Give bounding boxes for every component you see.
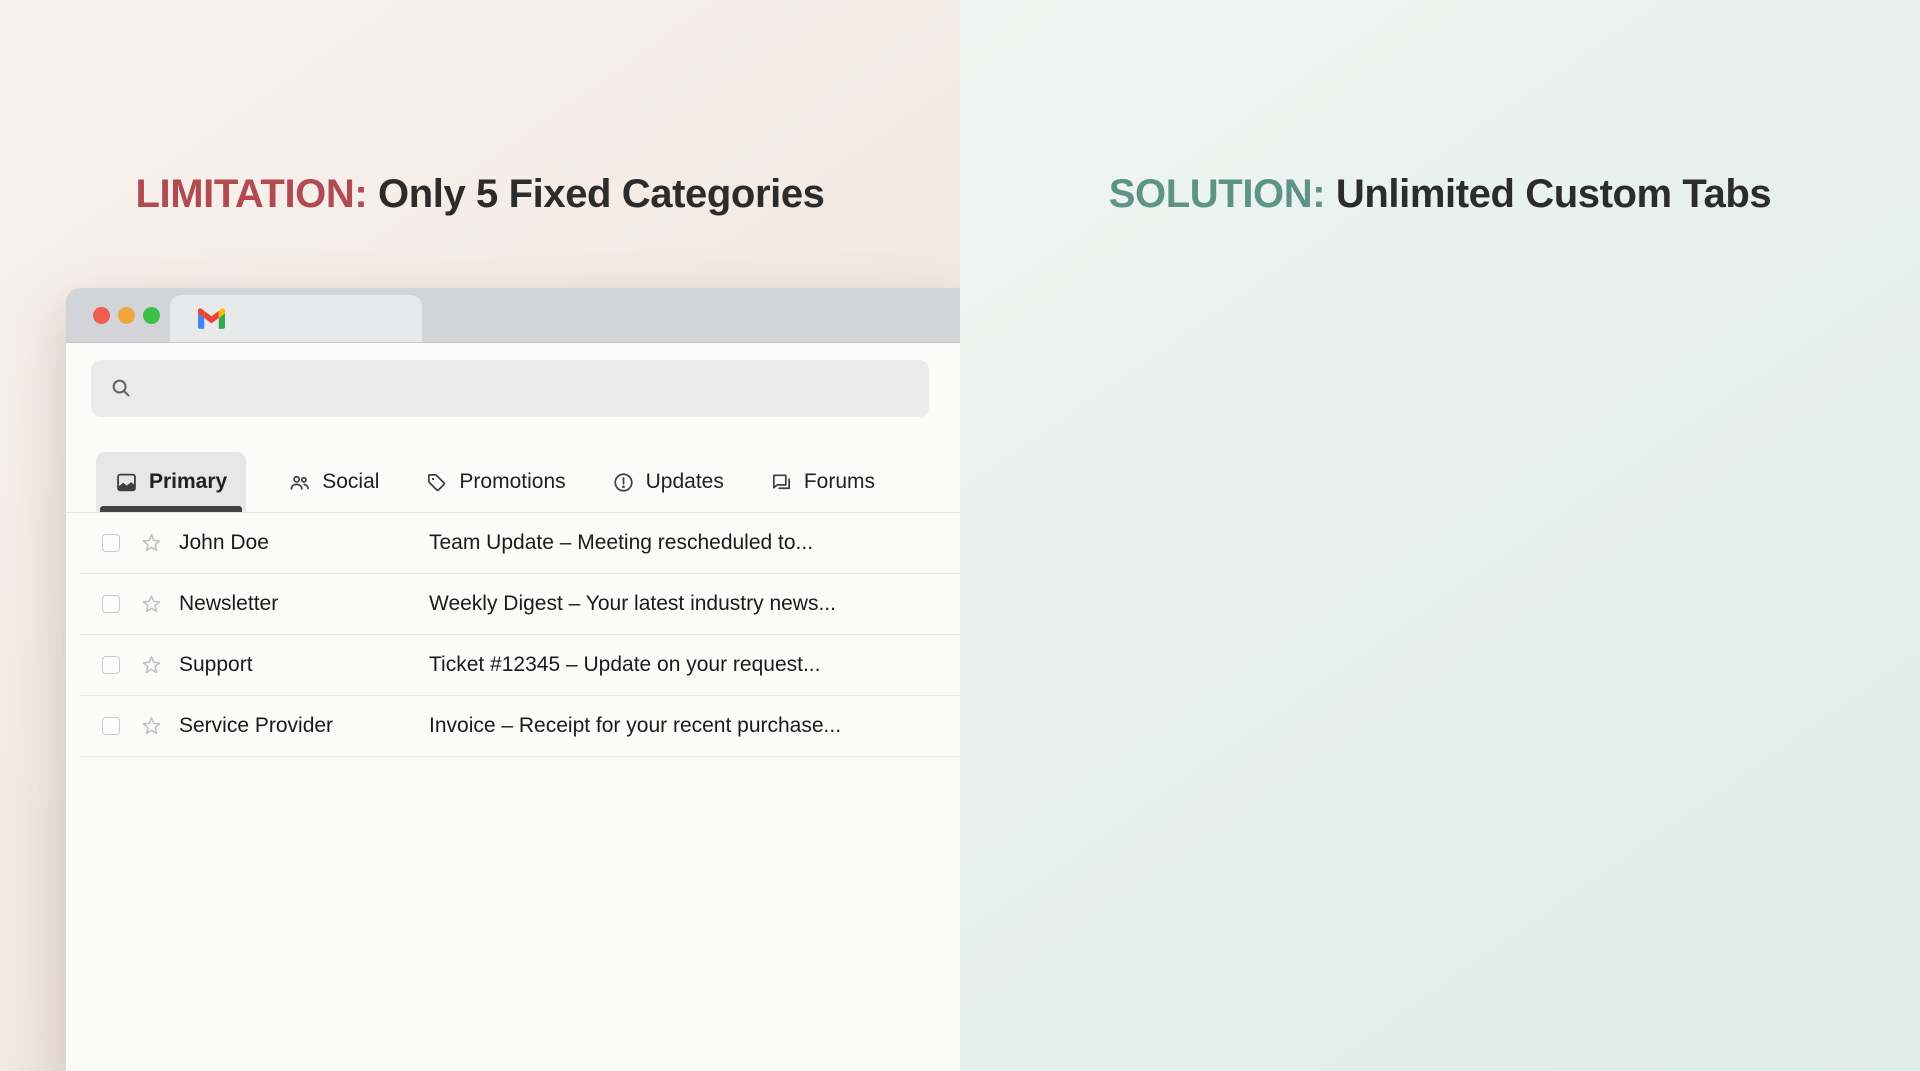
email-subject: Invoice – Receipt for your recent purcha… <box>429 714 960 738</box>
tab-label: Promotions <box>459 470 565 494</box>
tab-updates[interactable]: Updates <box>608 452 728 512</box>
right-headline-rest: Unlimited Custom Tabs <box>1325 172 1771 216</box>
left-headline: LIMITATION: Only 5 Fixed Categories <box>0 172 960 217</box>
email-subject: Ticket #12345 – Update on your request..… <box>429 653 960 677</box>
tab-primary[interactable]: Primary <box>96 452 246 512</box>
promotions-tab-icon <box>425 471 448 494</box>
right-headline: SOLUTION: Unlimited Custom Tabs <box>960 172 1920 217</box>
zoom-button[interactable] <box>143 307 160 324</box>
star-icon[interactable] <box>139 714 164 739</box>
minimize-button[interactable] <box>118 307 135 324</box>
close-button[interactable] <box>93 307 110 324</box>
gmail-logo-icon <box>198 308 225 329</box>
tab-label: Forums <box>804 470 875 494</box>
email-list: John Doe Team Update – Meeting reschedul… <box>80 513 960 757</box>
browser-window-limitation: Primary Social Promotions Updates Forums <box>66 288 960 1071</box>
email-subject: Weekly Digest – Your latest industry new… <box>429 592 960 616</box>
search-icon <box>110 377 133 400</box>
forums-tab-icon <box>770 471 793 494</box>
right-panel: SOLUTION: Unlimited Custom Tabs To Reply… <box>960 0 1920 1071</box>
titlebar <box>66 288 960 343</box>
traffic-lights <box>93 307 160 324</box>
primary-tab-icon <box>115 471 138 494</box>
email-sender: Service Provider <box>179 714 429 738</box>
comparison-graphic: LIMITATION: Only 5 Fixed Categories <box>0 0 1920 1071</box>
checkbox[interactable] <box>102 717 120 735</box>
star-icon[interactable] <box>139 592 164 617</box>
tab-label: Updates <box>646 470 724 494</box>
star-icon[interactable] <box>139 531 164 556</box>
updates-tab-icon <box>612 471 635 494</box>
email-sender: John Doe <box>179 531 429 555</box>
tab-promotions[interactable]: Promotions <box>421 452 569 512</box>
right-headline-highlight: SOLUTION: <box>1109 172 1325 216</box>
tab-label: Primary <box>149 470 227 494</box>
tab-social[interactable]: Social <box>284 452 383 512</box>
email-sender: Newsletter <box>179 592 429 616</box>
social-tab-icon <box>288 471 311 494</box>
star-icon[interactable] <box>139 653 164 678</box>
left-headline-highlight: LIMITATION: <box>135 172 367 216</box>
email-subject: Team Update – Meeting rescheduled to... <box>429 531 960 555</box>
tab-label: Social <box>322 470 379 494</box>
left-panel: LIMITATION: Only 5 Fixed Categories <box>0 0 960 1071</box>
left-headline-rest: Only 5 Fixed Categories <box>367 172 824 216</box>
checkbox[interactable] <box>102 534 120 552</box>
checkbox[interactable] <box>102 656 120 674</box>
email-row[interactable]: Service Provider Invoice – Receipt for y… <box>80 696 960 757</box>
search-input[interactable] <box>91 360 929 417</box>
checkbox[interactable] <box>102 595 120 613</box>
email-sender: Support <box>179 653 429 677</box>
category-tabs: Primary Social Promotions Updates Forums <box>96 452 960 512</box>
email-row[interactable]: Newsletter Weekly Digest – Your latest i… <box>80 574 960 635</box>
email-row[interactable]: John Doe Team Update – Meeting reschedul… <box>80 513 960 574</box>
email-row[interactable]: Support Ticket #12345 – Update on your r… <box>80 635 960 696</box>
tab-forums[interactable]: Forums <box>766 452 879 512</box>
browser-tab[interactable] <box>170 295 422 342</box>
